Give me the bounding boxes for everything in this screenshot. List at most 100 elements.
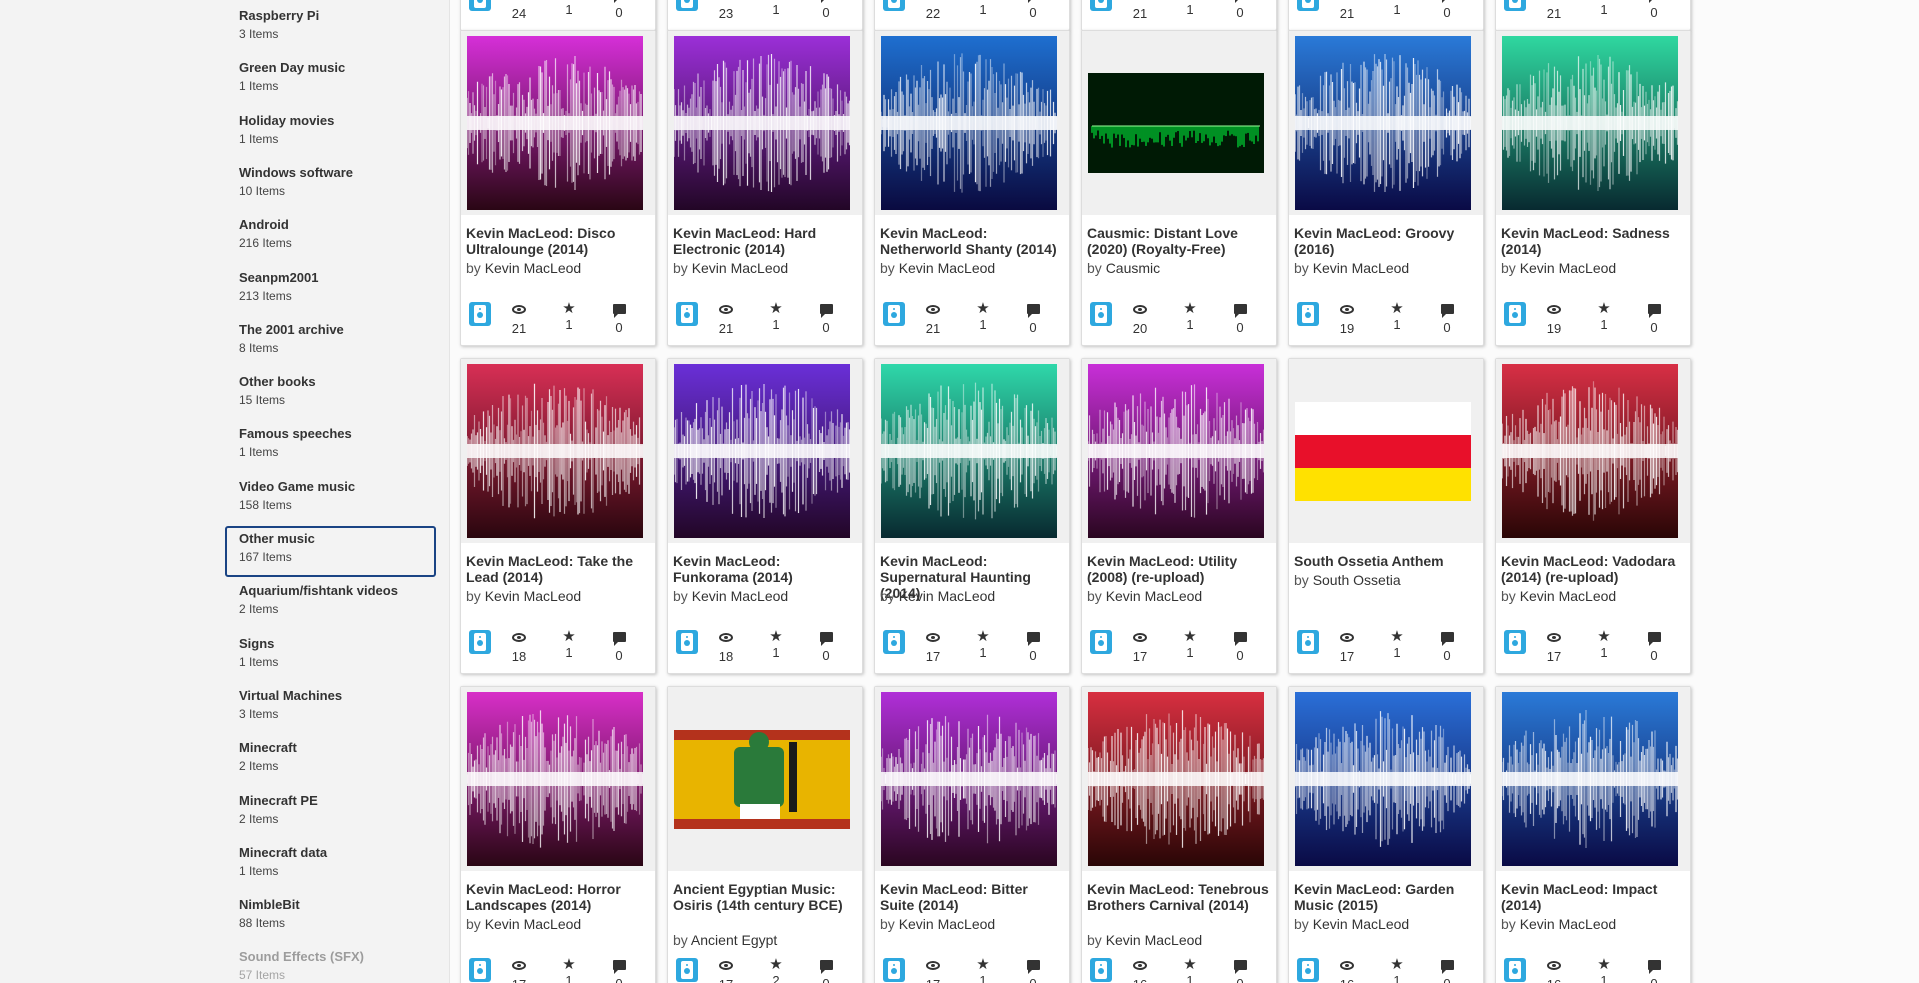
sidebar-collection-item[interactable]: Aquarium/fishtank videos 2 Items [225,578,436,629]
creator-name[interactable]: Kevin MacLeod [899,588,996,604]
sidebar-collection-item[interactable]: Minecraft PE 2 Items [225,788,436,839]
waveform-thumbnail[interactable] [1295,692,1471,866]
creator-name[interactable]: Kevin MacLeod [485,916,582,932]
creator-name[interactable]: Causmic [1106,260,1160,276]
item-tile[interactable]: 23 ★1 0 [667,0,863,31]
creator-name[interactable]: Ancient Egypt [691,932,777,948]
item-tile[interactable]: Kevin MacLeod: Bitter Suite (2014) by Kev… [874,686,1070,983]
item-thumbnail-frame[interactable] [1496,31,1690,215]
item-tile[interactable]: Kevin MacLeod: Sadness (2014) by Kevin Ma… [1495,30,1691,346]
waveform-thumbnail[interactable] [467,692,643,866]
creator-name[interactable]: Kevin MacLeod [692,260,789,276]
item-title[interactable]: Kevin MacLeod: Hard Electronic (2014) [673,225,855,257]
creator-name[interactable]: Kevin MacLeod [485,588,582,604]
creator-name[interactable]: Kevin MacLeod [899,916,996,932]
item-tile[interactable]: 21 ★1 0 [1081,0,1277,31]
sidebar-collection-item[interactable]: The 2001 archive 8 Items [225,317,436,368]
item-thumbnail-frame[interactable] [1289,687,1483,871]
item-thumbnail-frame[interactable] [461,359,655,543]
item-title[interactable]: Ancient Egyptian Music: Osiris (14th cen… [673,881,855,913]
item-title[interactable]: Kevin MacLeod: Take the Lead (2014) [466,553,648,585]
creator-name[interactable]: Kevin MacLeod [1313,260,1410,276]
item-tile[interactable]: Kevin MacLeod: Hard Electronic (2014) by … [667,30,863,346]
artwork-thumbnail[interactable] [674,692,850,866]
waveform-thumbnail[interactable] [881,36,1057,210]
item-thumbnail-frame[interactable] [1289,31,1483,215]
creator-name[interactable]: South Ossetia [1313,572,1401,588]
item-tile[interactable]: South Ossetia Anthem by South Ossetia 17 ★ 1… [1288,358,1484,674]
waveform-thumbnail[interactable] [467,364,643,538]
item-tile[interactable]: 21 ★1 0 [1495,0,1691,31]
sidebar-collection-item[interactable]: Holiday movies 1 Items [225,108,436,159]
item-title[interactable]: Kevin MacLeod: Disco Ultralounge (2014) [466,225,648,257]
item-title[interactable]: Kevin MacLeod: Horror Landscapes (2014) [466,881,648,913]
flag-thumbnail[interactable] [1295,364,1471,538]
sidebar-collection-item[interactable]: Windows software 10 Items [225,160,436,211]
item-thumbnail-frame[interactable] [668,359,862,543]
item-title[interactable]: Kevin MacLeod: Utility (2008) (re-upload… [1087,553,1269,585]
sidebar-collection-item[interactable]: Signs 1 Items [225,631,436,682]
item-thumbnail-frame[interactable] [1082,31,1276,215]
item-title[interactable]: Kevin MacLeod: Funkorama (2014) [673,553,855,585]
item-tile[interactable]: Kevin MacLeod: Tenebrous Brothers Carniv… [1081,686,1277,983]
item-thumbnail-frame[interactable] [1082,687,1276,871]
item-thumbnail-frame[interactable] [875,31,1069,215]
sidebar-collection-item[interactable]: Seanpm2001 213 Items [225,265,436,316]
item-title[interactable]: Kevin MacLeod: Garden Music (2015) [1294,881,1476,913]
item-tile[interactable]: 21 ★1 0 [1288,0,1484,31]
spectrum-thumbnail[interactable] [1088,36,1264,210]
item-tile[interactable]: Kevin MacLeod: Take the Lead (2014) by Ke… [460,358,656,674]
creator-name[interactable]: Kevin MacLeod [899,260,996,276]
sidebar-collection-item[interactable]: Minecraft data 1 Items [225,840,436,891]
item-title[interactable]: Causmic: Distant Love (2020) (Royalty-Fr… [1087,225,1269,257]
waveform-thumbnail[interactable] [881,364,1057,538]
item-title[interactable]: Kevin MacLeod: Netherworld Shanty (2014) [880,225,1062,257]
sidebar-collection-item[interactable]: Famous speeches 1 Items [225,421,436,472]
item-title[interactable]: Kevin MacLeod: Bitter Suite (2014) [880,881,1062,913]
item-tile[interactable]: 24 ★1 0 [460,0,656,31]
item-tile[interactable]: Kevin MacLeod: Vadodara (2014) (re-uploa… [1495,358,1691,674]
item-title[interactable]: Kevin MacLeod: Vadodara (2014) (re-uploa… [1501,553,1683,585]
item-tile[interactable]: Kevin MacLeod: Netherworld Shanty (2014)… [874,30,1070,346]
sidebar-collection-item[interactable]: Green Day music 1 Items [225,55,436,106]
item-tile[interactable]: Causmic: Distant Love (2020) (Royalty-Fr… [1081,30,1277,346]
sidebar-collection-item[interactable]: Video Game music 158 Items [225,474,436,525]
item-tile[interactable]: Ancient Egyptian Music: Osiris (14th cen… [667,686,863,983]
waveform-thumbnail[interactable] [674,364,850,538]
sidebar-collection-item[interactable]: Other books 15 Items [225,369,436,420]
creator-name[interactable]: Kevin MacLeod [1106,932,1203,948]
sidebar-collection-item[interactable]: Raspberry Pi 3 Items [225,3,436,54]
item-thumbnail-frame[interactable] [1496,687,1690,871]
item-thumbnail-frame[interactable] [875,359,1069,543]
item-thumbnail-frame[interactable] [461,31,655,215]
item-title[interactable]: South Ossetia Anthem [1294,553,1476,569]
creator-name[interactable]: Kevin MacLeod [1106,588,1203,604]
item-thumbnail-frame[interactable] [668,31,862,215]
waveform-thumbnail[interactable] [1502,692,1678,866]
creator-name[interactable]: Kevin MacLeod [692,588,789,604]
creator-name[interactable]: Kevin MacLeod [1520,588,1617,604]
item-title[interactable]: Kevin MacLeod: Groovy (2016) [1294,225,1476,257]
item-tile[interactable]: Kevin MacLeod: Supernatural Haunting (20… [874,358,1070,674]
sidebar-collection-item[interactable]: NimbleBit 88 Items [225,892,436,943]
creator-name[interactable]: Kevin MacLeod [1313,916,1410,932]
sidebar-collection-item[interactable]: Virtual Machines 3 Items [225,683,436,734]
item-tile[interactable]: Kevin MacLeod: Impact (2014) by Kevin Mac… [1495,686,1691,983]
item-tile[interactable]: Kevin MacLeod: Groovy (2016) by Kevin Mac… [1288,30,1484,346]
waveform-thumbnail[interactable] [1502,364,1678,538]
item-thumbnail-frame[interactable] [1082,359,1276,543]
waveform-thumbnail[interactable] [1088,692,1264,866]
creator-name[interactable]: Kevin MacLeod [485,260,582,276]
sidebar-collection-item[interactable]: Other music 167 Items [225,526,436,577]
sidebar-collection-item[interactable]: Minecraft 2 Items [225,735,436,786]
item-tile[interactable]: Kevin MacLeod: Horror Landscapes (2014) b… [460,686,656,983]
creator-name[interactable]: Kevin MacLeod [1520,260,1617,276]
item-thumbnail-frame[interactable] [1289,359,1483,543]
item-title[interactable]: Kevin MacLeod: Tenebrous Brothers Carniv… [1087,881,1269,913]
sidebar-collection-item[interactable]: Android 216 Items [225,212,436,263]
item-tile[interactable]: Kevin MacLeod: Disco Ultralounge (2014) b… [460,30,656,346]
item-thumbnail-frame[interactable] [875,687,1069,871]
item-thumbnail-frame[interactable] [461,687,655,871]
waveform-thumbnail[interactable] [1502,36,1678,210]
item-tile[interactable]: Kevin MacLeod: Garden Music (2015) by Kev… [1288,686,1484,983]
